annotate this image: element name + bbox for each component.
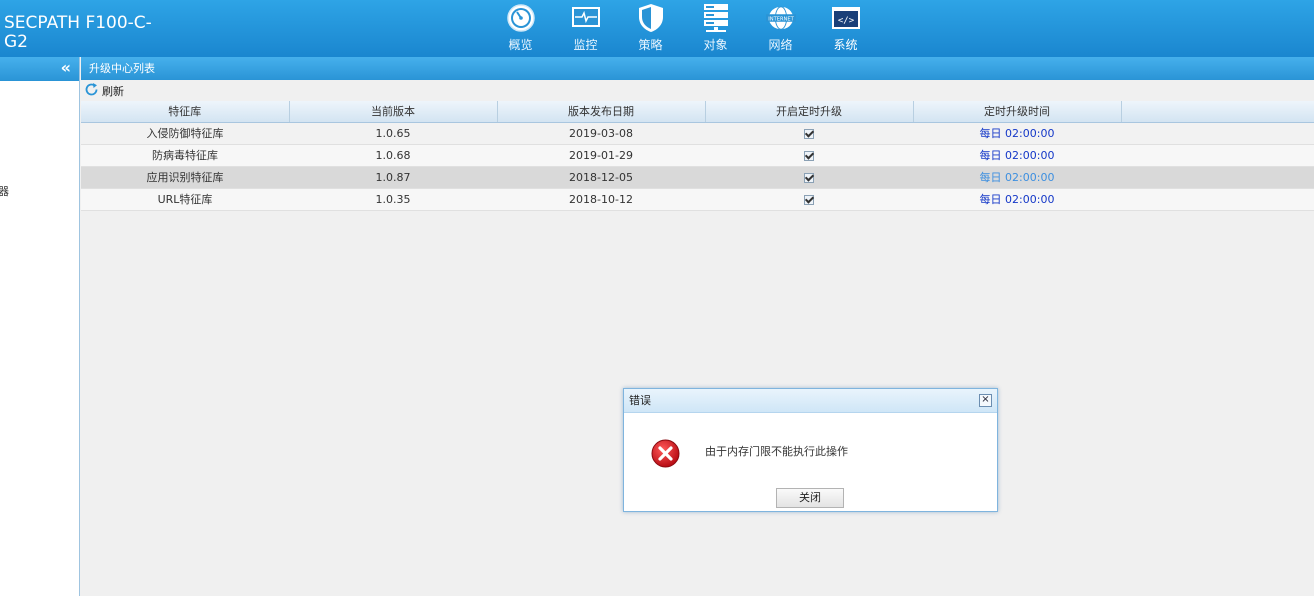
table-header-row: 特征库 当前版本 版本发布日期 开启定时升级 定时升级时间 — [81, 101, 1314, 123]
scheduled-checkbox[interactable] — [804, 150, 814, 161]
cell-schedule-time[interactable]: 每日 02:00:00 — [913, 166, 1121, 189]
shield-icon — [636, 3, 666, 33]
product-brand: SECPATH F100-C-G2 — [4, 13, 152, 52]
cell-schedule-time[interactable]: 每日 02:00:00 — [913, 188, 1121, 211]
scheduled-checkbox[interactable] — [804, 128, 814, 139]
sidebar-header: « — [0, 57, 79, 81]
col-header-scheduled[interactable]: 开启定时升级 — [705, 101, 914, 123]
cell-version: 1.0.68 — [289, 144, 497, 167]
close-icon[interactable]: × — [979, 394, 992, 407]
col-header-version[interactable]: 当前版本 — [289, 101, 498, 123]
signature-table: 特征库 当前版本 版本发布日期 开启定时升级 定时升级时间 入侵防御特征库 1.… — [81, 101, 1314, 211]
nav-monitor-label: 监控 — [573, 38, 598, 52]
table-row[interactable]: 入侵防御特征库 1.0.65 2019-03-08 每日 02:00:00 — [81, 122, 1314, 145]
code-window-icon: </> — [831, 3, 861, 33]
cell-library: 应用识别特征库 — [81, 166, 289, 189]
cell-library: 入侵防御特征库 — [81, 122, 289, 145]
main-nav: 概览 监控 策略 对象 INTERNET 网络 </> 系统 — [488, 0, 878, 57]
internet-globe-icon: INTERNET — [765, 3, 796, 33]
error-dialog: 错误 × 由于内存门限不能执行此操作 关闭 — [623, 388, 998, 512]
col-header-schedule-time[interactable]: 定时升级时间 — [913, 101, 1122, 123]
gauge-icon — [506, 3, 536, 33]
table-row[interactable]: 应用识别特征库 1.0.87 2018-12-05 每日 02:00:00 — [81, 166, 1314, 189]
cell-library: 防病毒特征库 — [81, 144, 289, 167]
svg-text:INTERNET: INTERNET — [768, 16, 794, 22]
table-row[interactable]: 防病毒特征库 1.0.68 2019-01-29 每日 02:00:00 — [81, 144, 1314, 167]
nav-network-label: 网络 — [768, 38, 793, 52]
nav-object-label: 对象 — [703, 38, 728, 52]
left-sidebar: « 器 — [0, 57, 80, 596]
cell-filler — [1121, 144, 1314, 167]
collapse-sidebar-icon[interactable]: « — [61, 60, 71, 76]
nav-policy[interactable]: 策略 — [618, 0, 683, 57]
refresh-button[interactable]: 刷新 — [84, 82, 124, 100]
table-row[interactable]: URL特征库 1.0.35 2018-10-12 每日 02:00:00 — [81, 188, 1314, 211]
nav-system[interactable]: </> 系统 — [813, 0, 878, 57]
top-header: SECPATH F100-C-G2 概览 监控 策略 对象 INTERNET 网… — [0, 0, 1314, 57]
main-content: 升级中心列表 刷新 特征库 当前版本 版本发布日期 开启定时升级 定时升级时间 … — [81, 57, 1314, 596]
col-header-release-date[interactable]: 版本发布日期 — [497, 101, 706, 123]
nav-monitor[interactable]: 监控 — [553, 0, 618, 57]
cell-schedule-time[interactable]: 每日 02:00:00 — [913, 122, 1121, 145]
cell-scheduled — [705, 166, 913, 189]
col-header-library[interactable]: 特征库 — [81, 101, 290, 123]
nav-system-label: 系统 — [833, 38, 858, 52]
toolbar: 刷新 — [81, 80, 1314, 101]
cell-scheduled — [705, 122, 913, 145]
cell-library: URL特征库 — [81, 188, 289, 211]
nav-overview-label: 概览 — [508, 38, 533, 52]
monitor-pulse-icon — [571, 3, 601, 33]
refresh-icon — [84, 82, 99, 100]
cell-release-date: 2019-01-29 — [497, 144, 705, 167]
cell-version: 1.0.65 — [289, 122, 497, 145]
error-icon — [651, 439, 680, 468]
cell-release-date: 2019-03-08 — [497, 122, 705, 145]
nav-network[interactable]: INTERNET 网络 — [748, 0, 813, 57]
nav-policy-label: 策略 — [638, 38, 663, 52]
sidebar-item-fragment[interactable]: 器 — [0, 183, 9, 199]
server-stack-icon — [701, 3, 731, 33]
cell-filler — [1121, 122, 1314, 145]
cell-scheduled — [705, 144, 913, 167]
cell-release-date: 2018-12-05 — [497, 166, 705, 189]
cell-filler — [1121, 188, 1314, 211]
close-button[interactable]: 关闭 — [776, 488, 844, 508]
dialog-title: 错误 — [629, 394, 651, 407]
scheduled-checkbox[interactable] — [804, 194, 814, 205]
nav-object[interactable]: 对象 — [683, 0, 748, 57]
refresh-label: 刷新 — [102, 84, 124, 98]
panel-title: 升级中心列表 — [81, 57, 1314, 80]
col-header-filler — [1121, 101, 1314, 123]
error-message: 由于内存门限不能执行此操作 — [705, 445, 848, 458]
svg-text:</>: </> — [837, 16, 854, 26]
dialog-title-bar[interactable]: 错误 × — [624, 389, 997, 413]
cell-filler — [1121, 166, 1314, 189]
cell-schedule-time[interactable]: 每日 02:00:00 — [913, 144, 1121, 167]
scheduled-checkbox[interactable] — [804, 172, 814, 183]
cell-scheduled — [705, 188, 913, 211]
nav-overview[interactable]: 概览 — [488, 0, 553, 57]
cell-release-date: 2018-10-12 — [497, 188, 705, 211]
cell-version: 1.0.87 — [289, 166, 497, 189]
cell-version: 1.0.35 — [289, 188, 497, 211]
